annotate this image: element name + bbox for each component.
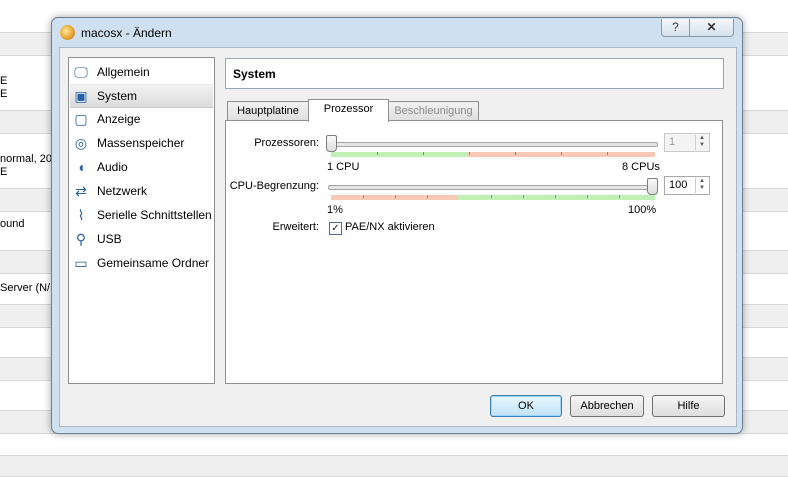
sidebar-item-label: Netzwerk <box>97 184 148 198</box>
virtualbox-icon <box>60 25 75 40</box>
cpu-limit-max-label: 100% <box>628 204 657 216</box>
processors-scale-safe <box>331 152 468 157</box>
folder-icon: ▭ <box>74 255 88 271</box>
usb-icon: ⚲ <box>75 231 87 247</box>
background-band <box>0 455 788 477</box>
monitor-icon: 🖵 <box>74 64 88 80</box>
tab-prozessor[interactable]: Prozessor <box>308 99 389 122</box>
scale-tick <box>427 195 428 198</box>
background-text: normal, 20, <box>0 153 56 165</box>
scale-tick <box>515 152 516 155</box>
title-bar[interactable]: macosx - Ändern ? ✕ <box>52 18 742 46</box>
processors-label: Prozessoren: <box>254 137 319 149</box>
background-text: ound <box>0 218 25 230</box>
sidebar-item-label: Audio <box>97 160 128 174</box>
settings-dialog: macosx - Ändern ? ✕ 🖵 Allgemein ▣ System… <box>51 17 743 434</box>
disk-icon: ◎ <box>74 135 88 151</box>
scale-tick <box>607 152 608 155</box>
cpu-limit-min-label: 1% <box>327 204 343 216</box>
sidebar-item-label: Gemeinsame Ordner <box>97 256 210 270</box>
scale-tick <box>561 152 562 155</box>
sidebar-item-label: Serielle Schnittstellen <box>97 208 212 222</box>
scale-tick <box>555 195 556 198</box>
cancel-button[interactable]: Abbrechen <box>570 395 644 417</box>
processors-spinbox: 1 ▲ ▼ <box>664 133 710 152</box>
scale-tick <box>523 195 524 198</box>
spin-arrows-icon: ▲ ▼ <box>695 135 708 150</box>
background-text: E <box>0 88 8 100</box>
chip-icon: ▣ <box>74 88 88 104</box>
sidebar-item-audio[interactable]: ◖ Audio <box>70 156 213 178</box>
sidebar-item-label: Massenspeicher <box>97 136 185 150</box>
sidebar-item-label: USB <box>97 232 122 246</box>
scale-tick <box>619 195 620 198</box>
extended-label: Erweitert: <box>272 221 319 233</box>
cpu-limit-value: 100 <box>669 179 688 191</box>
scale-tick <box>377 152 378 155</box>
processor-panel: Prozessoren: 1 CPU 8 CPUs 1 ▲ ▼ CPU-Begre… <box>225 120 723 384</box>
tab-hauptplatine[interactable]: Hauptplatine <box>227 101 309 121</box>
sidebar-item-label: Anzeige <box>97 112 141 126</box>
display-icon: ▢ <box>74 111 88 127</box>
scale-tick <box>587 195 588 198</box>
speaker-icon: ◖ <box>76 159 86 175</box>
serial-port-icon: ⌇ <box>77 207 85 223</box>
cpu-limit-slider-track[interactable] <box>328 185 658 190</box>
sidebar-item-system[interactable]: ▣ System <box>70 84 213 108</box>
scale-tick <box>363 195 364 198</box>
processors-slider-track[interactable] <box>328 142 658 147</box>
processors-max-label: 8 CPUs <box>622 161 660 173</box>
background-text: E <box>0 166 8 178</box>
cpu-limit-label: CPU-Begrenzung: <box>229 180 319 192</box>
sidebar-item-anzeige[interactable]: ▢ Anzeige <box>70 108 213 130</box>
spin-arrows-icon[interactable]: ▲ ▼ <box>695 178 708 193</box>
pae-label[interactable]: PAE/NX aktivieren <box>345 221 435 233</box>
cpu-limit-scale <box>331 195 655 200</box>
sidebar-item-gemeinsame-ordner[interactable]: ▭ Gemeinsame Ordner <box>70 252 213 274</box>
cpu-limit-spinbox[interactable]: 100 ▲ ▼ <box>664 176 710 195</box>
cpu-limit-slider-handle[interactable] <box>647 178 658 195</box>
background-text: Server (N/ <box>0 282 51 294</box>
scale-tick <box>469 152 470 155</box>
scale-tick <box>395 195 396 198</box>
page-header: System <box>225 58 724 89</box>
sidebar-item-label: System <box>97 89 138 103</box>
tab-beschleunigung: Beschleunigung <box>388 101 479 121</box>
cpu-limit-scale-ok <box>458 195 655 200</box>
sidebar-item-allgemein[interactable]: 🖵 Allgemein <box>70 61 213 83</box>
dialog-title: macosx - Ändern <box>81 26 172 40</box>
processors-min-label: 1 CPU <box>327 161 360 173</box>
processors-slider-handle[interactable] <box>326 135 337 152</box>
network-icon: ⇄ <box>75 183 87 199</box>
help-button[interactable]: Hilfe <box>652 395 725 417</box>
help-title-button[interactable]: ? <box>661 19 690 37</box>
dialog-client-area: 🖵 Allgemein ▣ System ▢ Anzeige ◎ Massens… <box>59 47 737 427</box>
page-title: System <box>233 67 276 81</box>
ok-button[interactable]: OK <box>490 395 562 417</box>
processors-value: 1 <box>669 136 676 148</box>
pae-checkbox[interactable]: ✓ <box>329 222 342 235</box>
scale-tick <box>423 152 424 155</box>
sidebar-item-label: Allgemein <box>97 65 150 79</box>
close-button[interactable]: ✕ <box>689 19 734 37</box>
background-text: E <box>0 75 8 87</box>
scale-tick <box>491 195 492 198</box>
